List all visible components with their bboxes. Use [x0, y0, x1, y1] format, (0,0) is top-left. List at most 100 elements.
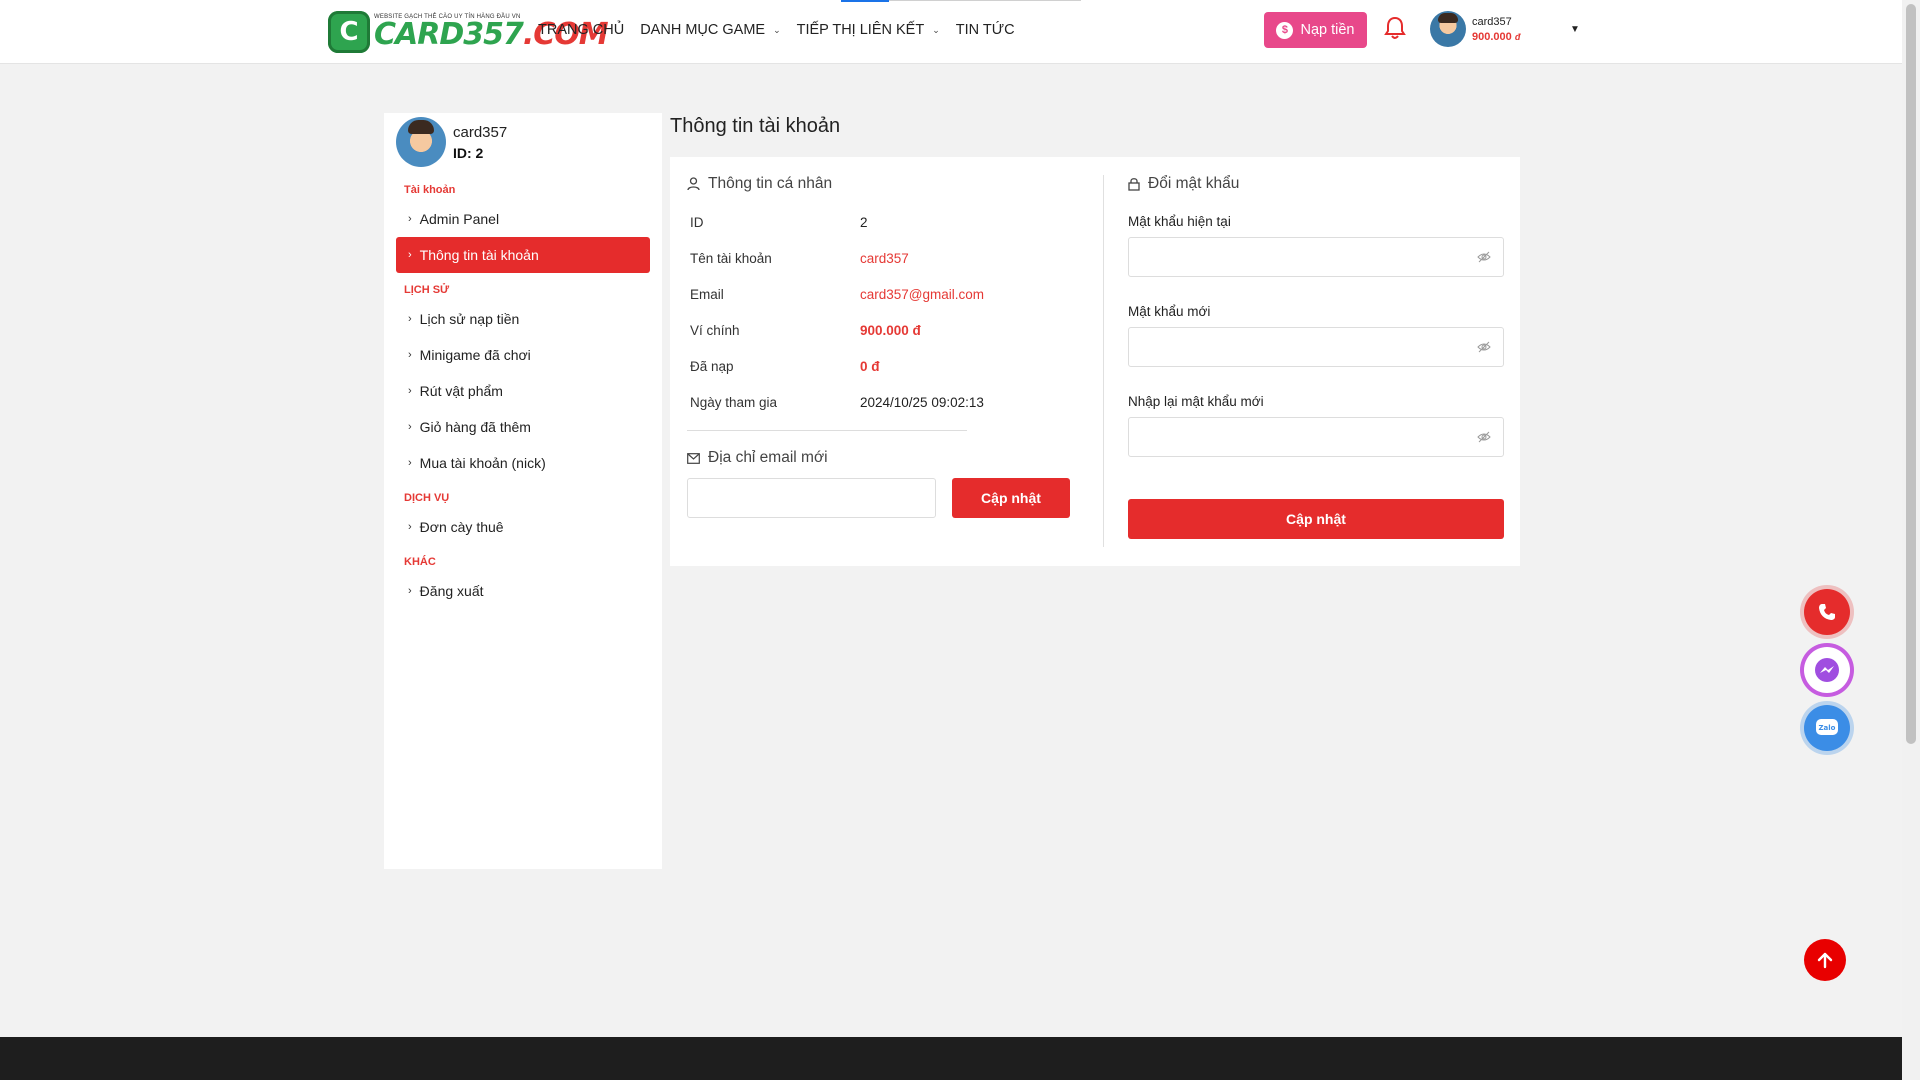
confirm-password-label: Nhập lại mật khẩu mới	[1128, 394, 1264, 409]
sidebar-item-label: Admin Panel	[419, 211, 500, 227]
info-value-username: card357	[860, 251, 909, 266]
profile-id: ID: 2	[453, 144, 484, 161]
header-username: card357	[1472, 15, 1512, 28]
nav-home[interactable]: TRANG CHỦ	[538, 22, 624, 38]
update-password-button[interactable]: Cập nhật	[1128, 499, 1504, 539]
new-email-input[interactable]	[687, 478, 936, 518]
sidebar-item-minigame[interactable]: › Minigame đã chơi	[396, 337, 650, 373]
sidebar-item-account-info[interactable]: › Thông tin tài khoản	[396, 237, 650, 273]
scrollbar-thumb[interactable]	[1906, 4, 1916, 744]
sidebar-item-logout[interactable]: › Đăng xuất	[396, 573, 650, 609]
sidebar-item-topup-history[interactable]: › Lịch sử nạp tiền	[396, 301, 650, 337]
sidebar-item-withdraw-items[interactable]: › Rút vật phẩm	[396, 373, 650, 409]
current-password-label: Mật khẩu hiện tại	[1128, 214, 1231, 229]
chevron-right-icon: ›	[408, 521, 412, 533]
column-divider	[1103, 175, 1104, 547]
profile-meta: card357 ID: 2	[453, 124, 507, 161]
section-title-account: Tài khoản	[404, 184, 456, 196]
info-value-id: 2	[860, 215, 868, 230]
personal-info-heading-label: Thông tin cá nhân	[708, 175, 833, 192]
info-label-wallet: Ví chính	[690, 323, 740, 338]
new-email-heading-label: Địa chỉ email mới	[708, 449, 828, 466]
info-label-email: Email	[690, 287, 724, 302]
info-label-username: Tên tài khoản	[690, 251, 772, 266]
sidebar-item-boosting[interactable]: › Đơn cày thuê	[396, 509, 650, 545]
new-email-heading: Địa chỉ email mới	[687, 449, 828, 467]
svg-text:Zalo: Zalo	[1818, 724, 1835, 732]
sidebar-item-label: Đơn cày thuê	[419, 519, 504, 535]
account-sidebar: card357 ID: 2 Tài khoản › Admin Panel › Th…	[384, 113, 662, 869]
topup-label: Nạp tiền	[1300, 22, 1355, 38]
chevron-right-icon: ›	[408, 213, 412, 225]
header-balance-value: 900.000	[1472, 30, 1512, 43]
avatar	[1430, 11, 1466, 47]
sidebar-item-label: Rút vật phẩm	[419, 383, 503, 399]
sidebar-item-label: Giỏ hàng đã thêm	[419, 419, 531, 435]
lock-icon	[1128, 177, 1140, 191]
phone-icon[interactable]	[1804, 589, 1850, 635]
chevron-down-icon: ⌄	[932, 24, 940, 35]
info-value-deposited: 0 đ	[860, 359, 880, 374]
sidebar-item-admin-panel[interactable]: › Admin Panel	[396, 201, 650, 237]
chevron-right-icon: ›	[408, 457, 412, 469]
nav-affiliate[interactable]: TIẾP THỊ LIÊN KẾT ⌄	[797, 22, 940, 38]
chevron-right-icon: ›	[408, 313, 412, 325]
info-value-wallet: 900.000 đ	[860, 323, 921, 338]
page-title: Thông tin tài khoản	[670, 115, 841, 137]
messenger-icon[interactable]	[1804, 647, 1850, 693]
topup-button[interactable]: $ Nạp tiền	[1264, 12, 1367, 48]
new-password-input[interactable]	[1128, 327, 1504, 367]
top-header: C WEBSITE GẠCH THẺ CÀO UY TÍN HÀNG ĐẦU V…	[0, 0, 1902, 64]
sidebar-item-label: Minigame đã chơi	[419, 347, 531, 363]
notification-bell-icon[interactable]	[1384, 16, 1406, 40]
profile-name: card357	[453, 123, 508, 141]
nav-home-label: TRANG CHỦ	[538, 22, 625, 38]
caret-down-icon[interactable]: ▼	[1570, 24, 1580, 35]
info-value-join-date: 2024/10/25 09:02:13	[860, 395, 984, 410]
chevron-right-icon: ›	[408, 249, 412, 261]
chevron-right-icon: ›	[408, 421, 412, 433]
arrow-up-icon[interactable]	[1804, 939, 1846, 981]
new-password-label: Mật khẩu mới	[1128, 304, 1211, 319]
section-title-history: LỊCH SỬ	[404, 284, 450, 296]
nav-game-categories[interactable]: DANH MỤC GAME ⌄	[640, 22, 780, 38]
eye-slash-icon[interactable]	[1477, 340, 1491, 358]
change-password-heading-label: Đổi mật khẩu	[1148, 175, 1240, 192]
nav-affiliate-label: TIẾP THỊ LIÊN KẾT	[796, 22, 925, 38]
section-divider	[687, 430, 967, 431]
sidebar-item-cart[interactable]: › Giỏ hàng đã thêm	[396, 409, 650, 445]
main-nav: TRANG CHỦ DANH MỤC GAME ⌄ TIẾP THỊ LIÊN K…	[538, 22, 1031, 38]
info-label-deposited: Đã nạp	[690, 359, 734, 374]
eye-slash-icon[interactable]	[1477, 430, 1491, 448]
logo-main-text: CARD357	[374, 17, 524, 52]
nav-news-label: TIN TỨC	[955, 22, 1015, 38]
user-menu[interactable]: card357 900.000 đ	[1430, 11, 1520, 47]
personal-info-heading: Thông tin cá nhân	[687, 175, 832, 193]
current-password-input[interactable]	[1128, 237, 1504, 277]
info-label-id: ID	[690, 215, 704, 230]
update-email-button[interactable]: Cập nhật	[952, 478, 1070, 518]
sidebar-item-label: Mua tài khoản (nick)	[419, 455, 546, 471]
info-value-email: card357@gmail.com	[860, 287, 985, 302]
chevron-right-icon: ›	[408, 349, 412, 361]
header-balance-currency: đ	[1514, 31, 1521, 42]
nav-news[interactable]: TIN TỨC	[956, 22, 1015, 38]
section-title-other: KHÁC	[404, 556, 436, 568]
chevron-down-icon: ⌄	[773, 24, 781, 35]
user-icon	[687, 177, 700, 191]
header-balance: 900.000 đ	[1472, 31, 1520, 43]
sidebar-item-buy-account[interactable]: › Mua tài khoản (nick)	[396, 445, 650, 481]
eye-slash-icon[interactable]	[1477, 250, 1491, 268]
chevron-right-icon: ›	[408, 585, 412, 597]
user-meta: card357 900.000 đ	[1472, 16, 1520, 43]
sidebar-item-label: Đăng xuất	[419, 583, 484, 599]
scrollbar[interactable]	[1902, 0, 1920, 1080]
sidebar-item-label: Lịch sử nạp tiền	[419, 311, 520, 327]
change-password-heading: Đổi mật khẩu	[1128, 175, 1239, 193]
avatar	[396, 117, 446, 167]
sidebar-profile: card357 ID: 2	[396, 117, 507, 167]
nav-game-categories-label: DANH MỤC GAME	[640, 22, 766, 38]
zalo-icon[interactable]: Zalo	[1804, 705, 1850, 751]
sidebar-item-label: Thông tin tài khoản	[419, 247, 539, 263]
confirm-password-input[interactable]	[1128, 417, 1504, 457]
